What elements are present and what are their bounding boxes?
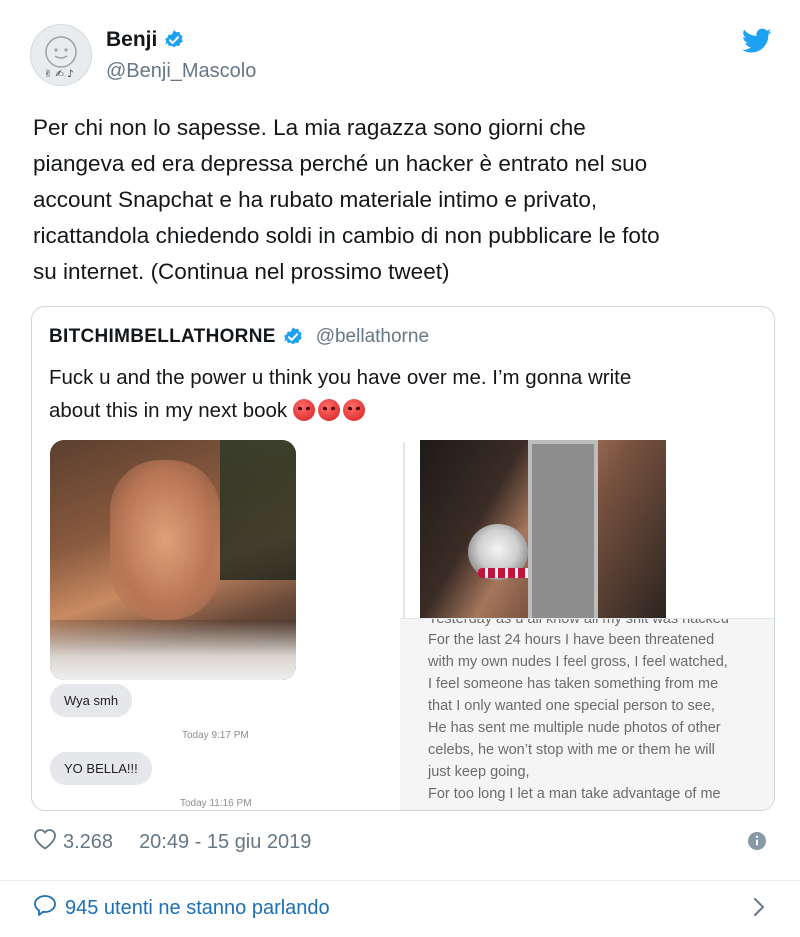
author-handle[interactable]: @Benji_Mascolo xyxy=(106,60,256,83)
tweet-line: su internet. (Continua nel prossimo twee… xyxy=(33,259,450,284)
chevron-right-icon[interactable] xyxy=(752,896,766,918)
note-line: For too long I let a man take advantage … xyxy=(428,786,721,802)
quoted-tweet-card[interactable]: BITCHIMBELLATHORNE @bellathorne Fuck u a… xyxy=(31,306,775,811)
svg-text:✌ ✍ ♪: ✌ ✍ ♪ xyxy=(44,69,74,80)
quoted-photo-left[interactable] xyxy=(50,440,296,680)
note-line: that I only wanted one special person to… xyxy=(428,698,715,714)
quoted-line: Fuck u and the power u think you have ov… xyxy=(49,366,632,389)
divider xyxy=(0,880,800,881)
note-line: I feel someone has taken something from … xyxy=(428,676,719,692)
like-count[interactable]: 3.268 xyxy=(63,831,113,854)
tweet-line: piangeva ed era depressa perché un hacke… xyxy=(33,151,648,176)
tweet-line: ricattandola chiedendo soldi in cambio d… xyxy=(33,223,660,248)
notes-screenshot[interactable]: Yesterday as u all know all my shit was … xyxy=(400,618,774,810)
info-icon[interactable] xyxy=(747,831,767,851)
chat-bubble: YO BELLA!!! xyxy=(50,752,152,785)
quoted-header: BITCHIMBELLATHORNE @bellathorne xyxy=(49,326,429,348)
avatar[interactable]: ✌ ✍ ♪ xyxy=(30,24,92,86)
tweet-timestamp[interactable]: 20:49 - 15 giu 2019 xyxy=(139,831,311,854)
speech-bubble-icon xyxy=(33,894,57,922)
author-name-row[interactable]: Benji xyxy=(106,28,185,52)
note-line: celebs, he won’t stop with me or them he… xyxy=(428,742,715,758)
twitter-bird-icon[interactable] xyxy=(742,28,772,54)
heart-icon[interactable] xyxy=(33,828,57,856)
angry-face-emoji-icon xyxy=(292,399,315,421)
tweet-meta-row: 3.268 20:49 - 15 giu 2019 xyxy=(33,828,311,856)
author-name[interactable]: Benji xyxy=(106,28,157,52)
quoted-text: Fuck u and the power u think you have ov… xyxy=(49,361,749,427)
note-line: with my own nudes I feel gross, I feel w… xyxy=(428,654,728,670)
censor-bar xyxy=(528,440,598,622)
verified-badge-icon xyxy=(163,29,185,51)
chat-timestamp: Today 11:16 PM xyxy=(180,798,252,809)
note-line: Yesterday as u all know all my shit was … xyxy=(428,618,729,627)
chat-timestamp: Today 9:17 PM xyxy=(182,730,249,741)
quoted-line-2: about this in my next book xyxy=(49,394,749,427)
note-line: just keep going, xyxy=(428,764,530,780)
quoted-author-handle: @bellathorne xyxy=(315,326,430,347)
note-line: He has sent me multiple nude photos of o… xyxy=(428,720,721,736)
angry-face-emoji-icon xyxy=(342,399,365,421)
quoted-author-name: BITCHIMBELLATHORNE xyxy=(49,326,276,347)
conversation-count[interactable]: 945 utenti ne stanno parlando xyxy=(65,897,330,920)
angry-face-emoji-icon xyxy=(317,399,340,421)
tweet-text: Per chi non lo sapesse. La mia ragazza s… xyxy=(33,110,773,290)
quoted-photo-right[interactable] xyxy=(420,440,666,622)
note-line: For the last 24 hours I have been threat… xyxy=(428,632,715,648)
tweet-line: account Snapchat e ha rubato materiale i… xyxy=(33,187,598,212)
chat-bubble: Wya smh xyxy=(50,684,133,717)
verified-badge-icon xyxy=(282,326,304,348)
tweet-line: Per chi non lo sapesse. La mia ragazza s… xyxy=(33,115,586,140)
conversation-link[interactable]: 945 utenti ne stanno parlando xyxy=(33,894,330,922)
